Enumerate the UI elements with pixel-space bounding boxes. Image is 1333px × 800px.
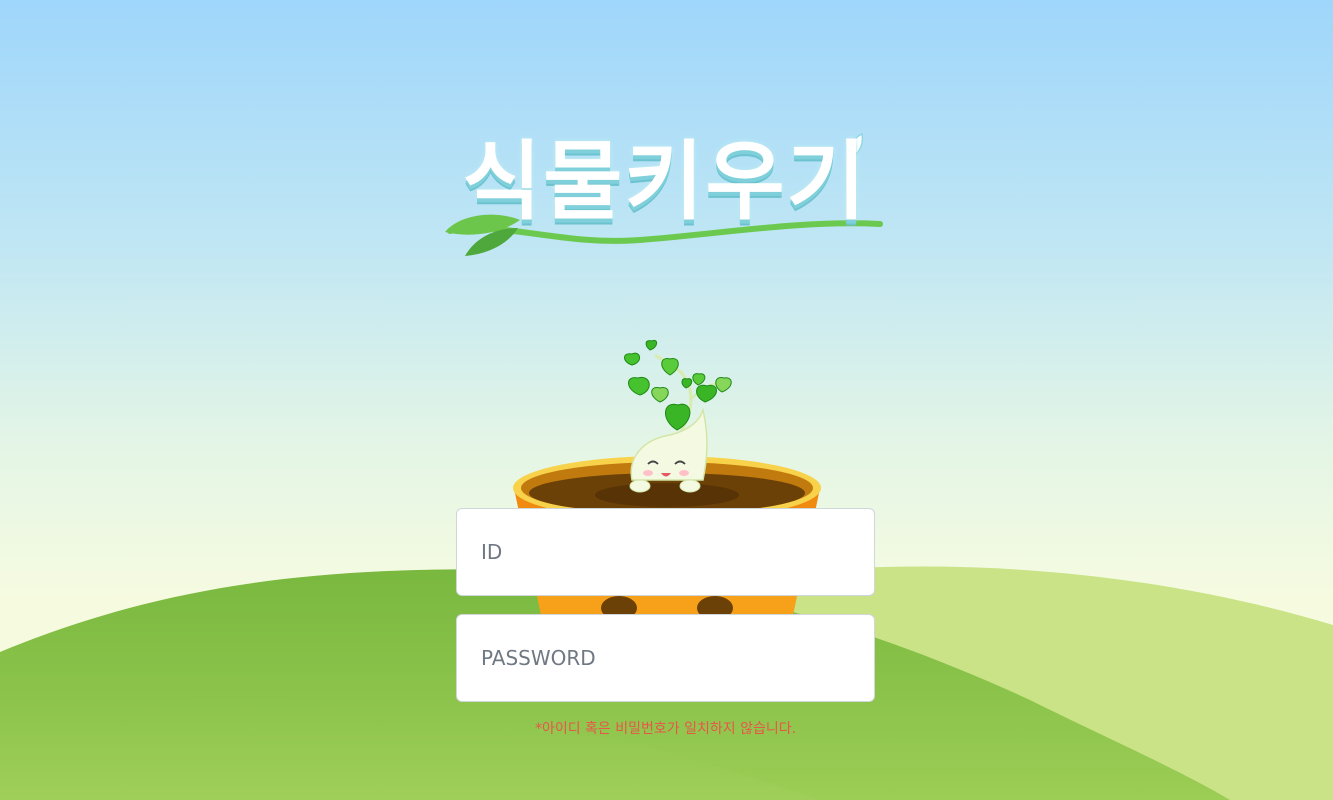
app-logo: 식물키우기 bbox=[440, 128, 890, 263]
id-input[interactable] bbox=[457, 509, 874, 595]
login-error-message: *아이디 혹은 비밀번호가 일치하지 않습니다. bbox=[534, 721, 797, 737]
password-field-container bbox=[456, 614, 875, 702]
password-input[interactable] bbox=[457, 615, 874, 701]
id-field-container bbox=[456, 508, 875, 596]
logo-title: 식물키우기 bbox=[462, 132, 868, 232]
